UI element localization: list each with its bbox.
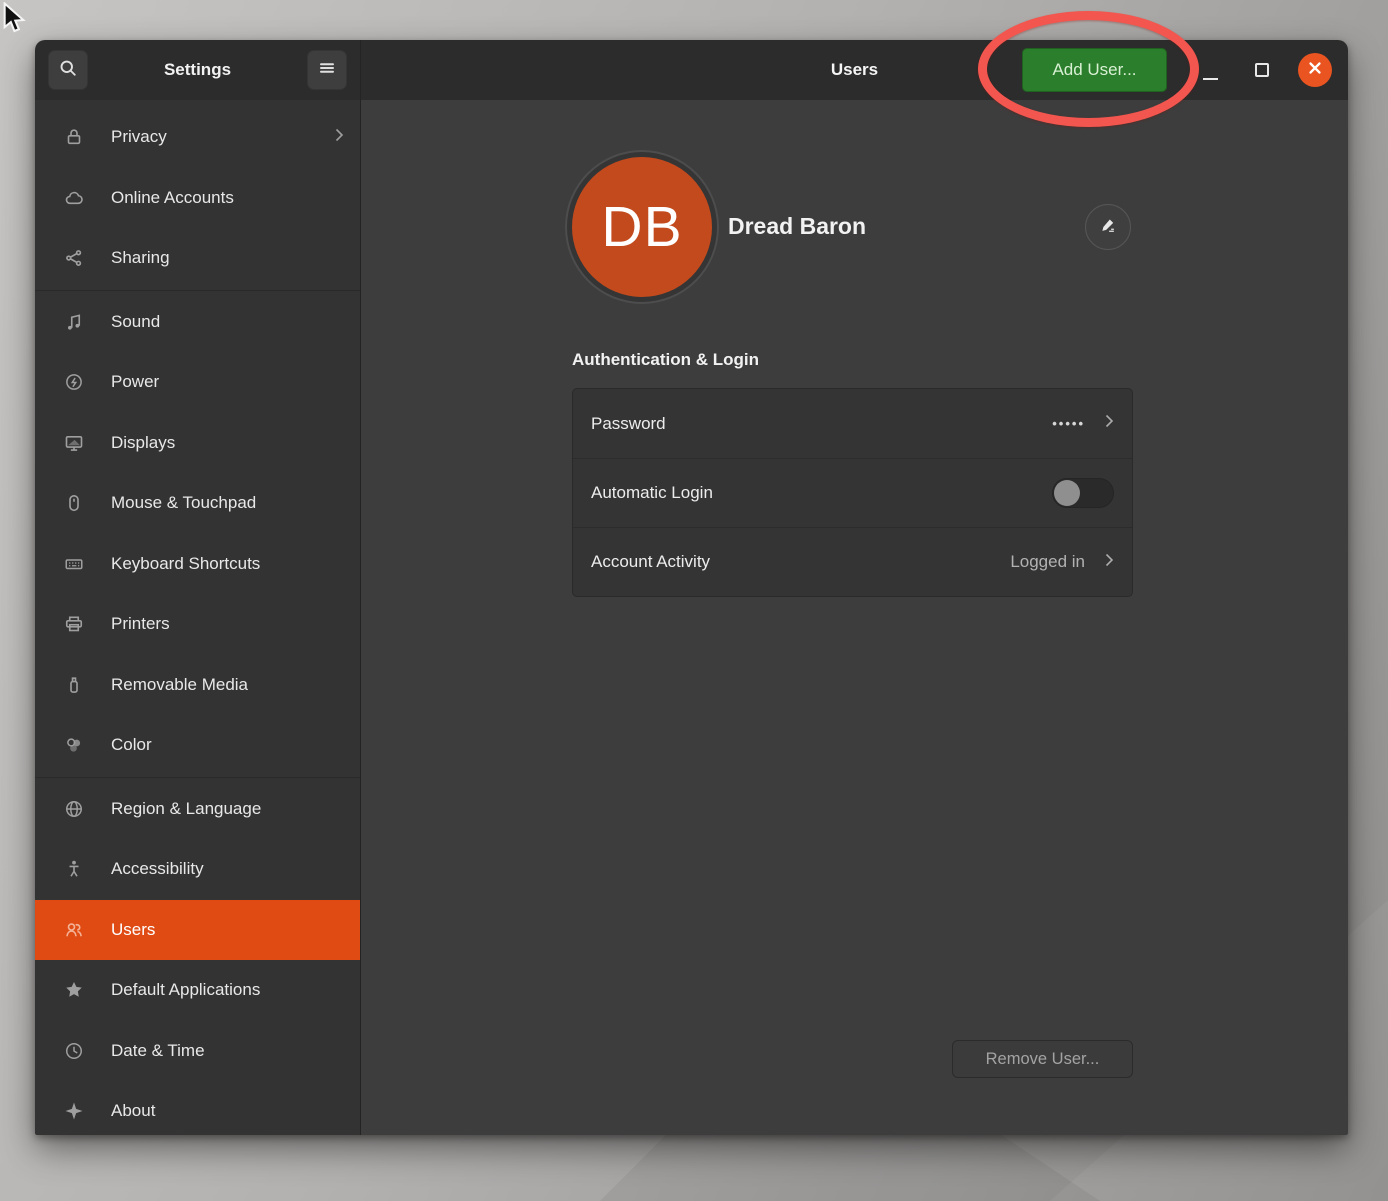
sidebar-item-date-time[interactable]: Date & Time	[35, 1021, 360, 1082]
maximize-icon	[1255, 63, 1269, 77]
avatar-initials: DB	[601, 194, 682, 260]
flash-drive-icon	[63, 675, 85, 695]
keyboard-icon	[63, 554, 85, 574]
sidebar-item-sound[interactable]: Sound	[35, 292, 360, 353]
sidebar-separator	[35, 290, 360, 291]
sidebar-item-printers[interactable]: Printers	[35, 594, 360, 655]
display-icon	[63, 433, 85, 453]
share-icon	[63, 248, 85, 268]
mouse-icon	[63, 493, 85, 513]
close-icon	[1307, 60, 1323, 81]
add-user-button[interactable]: Add User...	[1022, 48, 1167, 92]
sidebar-item-power[interactable]: Power	[35, 352, 360, 413]
sidebar-separator	[35, 777, 360, 778]
avatar[interactable]: DB	[572, 157, 712, 297]
pencil-icon	[1099, 216, 1117, 239]
sidebar: Privacy Online Accounts	[35, 100, 361, 1135]
sidebar-item-mouse-touchpad[interactable]: Mouse & Touchpad	[35, 473, 360, 534]
sidebar-item-displays[interactable]: Displays	[35, 413, 360, 474]
account-activity-row[interactable]: Account Activity Logged in	[573, 527, 1132, 596]
clock-icon	[63, 1041, 85, 1061]
users-panel: DB Dread Baron Authentication & Login Pa…	[361, 100, 1348, 1135]
sidebar-item-about[interactable]: About	[35, 1081, 360, 1135]
sidebar-item-online-accounts[interactable]: Online Accounts	[35, 168, 360, 229]
minimize-icon	[1203, 78, 1218, 80]
sidebar-item-accessibility[interactable]: Accessibility	[35, 839, 360, 900]
lock-icon	[63, 127, 85, 147]
auth-section-heading: Authentication & Login	[572, 350, 759, 370]
password-row[interactable]: Password •••••	[573, 389, 1132, 458]
account-activity-value: Logged in	[1010, 552, 1085, 572]
settings-window: Settings Users Add User...	[35, 40, 1348, 1135]
chevron-right-icon	[1105, 553, 1114, 572]
accessibility-icon	[63, 859, 85, 879]
user-name: Dread Baron	[728, 213, 866, 240]
remove-user-button[interactable]: Remove User...	[952, 1040, 1133, 1078]
menu-button[interactable]	[307, 50, 347, 90]
sidebar-header: Settings	[35, 40, 361, 100]
sidebar-item-keyboard-shortcuts[interactable]: Keyboard Shortcuts	[35, 534, 360, 595]
music-note-icon	[63, 312, 85, 332]
hamburger-icon	[317, 58, 337, 83]
search-button[interactable]	[48, 50, 88, 90]
star-icon	[63, 980, 85, 1000]
automatic-login-toggle[interactable]	[1052, 478, 1114, 508]
sidebar-item-region-language[interactable]: Region & Language	[35, 779, 360, 840]
users-icon	[63, 920, 85, 940]
sidebar-item-privacy[interactable]: Privacy	[35, 107, 360, 168]
automatic-login-row: Automatic Login	[573, 458, 1132, 527]
auth-card: Password ••••• Automatic Login Account A	[572, 388, 1133, 597]
chevron-right-icon	[1105, 414, 1114, 433]
sidebar-item-removable-media[interactable]: Removable Media	[35, 655, 360, 716]
mouse-cursor-icon	[0, 2, 30, 41]
printer-icon	[63, 614, 85, 634]
cloud-icon	[63, 188, 85, 208]
color-icon	[63, 735, 85, 755]
sidebar-item-color[interactable]: Color	[35, 715, 360, 776]
globe-icon	[63, 799, 85, 819]
close-button[interactable]	[1298, 53, 1332, 87]
maximize-button[interactable]	[1248, 56, 1276, 84]
minimize-button[interactable]	[1196, 58, 1224, 86]
sidebar-item-sharing[interactable]: Sharing	[35, 228, 360, 289]
edit-name-button[interactable]	[1085, 204, 1131, 250]
sidebar-item-users[interactable]: Users	[35, 900, 360, 961]
search-icon	[58, 58, 78, 83]
main-header: Users Add User...	[361, 40, 1348, 100]
power-icon	[63, 372, 85, 392]
chevron-right-icon	[335, 128, 344, 147]
sidebar-item-default-applications[interactable]: Default Applications	[35, 960, 360, 1021]
password-dots: •••••	[1052, 416, 1085, 431]
toggle-knob	[1054, 480, 1080, 506]
sparkle-icon	[63, 1101, 85, 1121]
